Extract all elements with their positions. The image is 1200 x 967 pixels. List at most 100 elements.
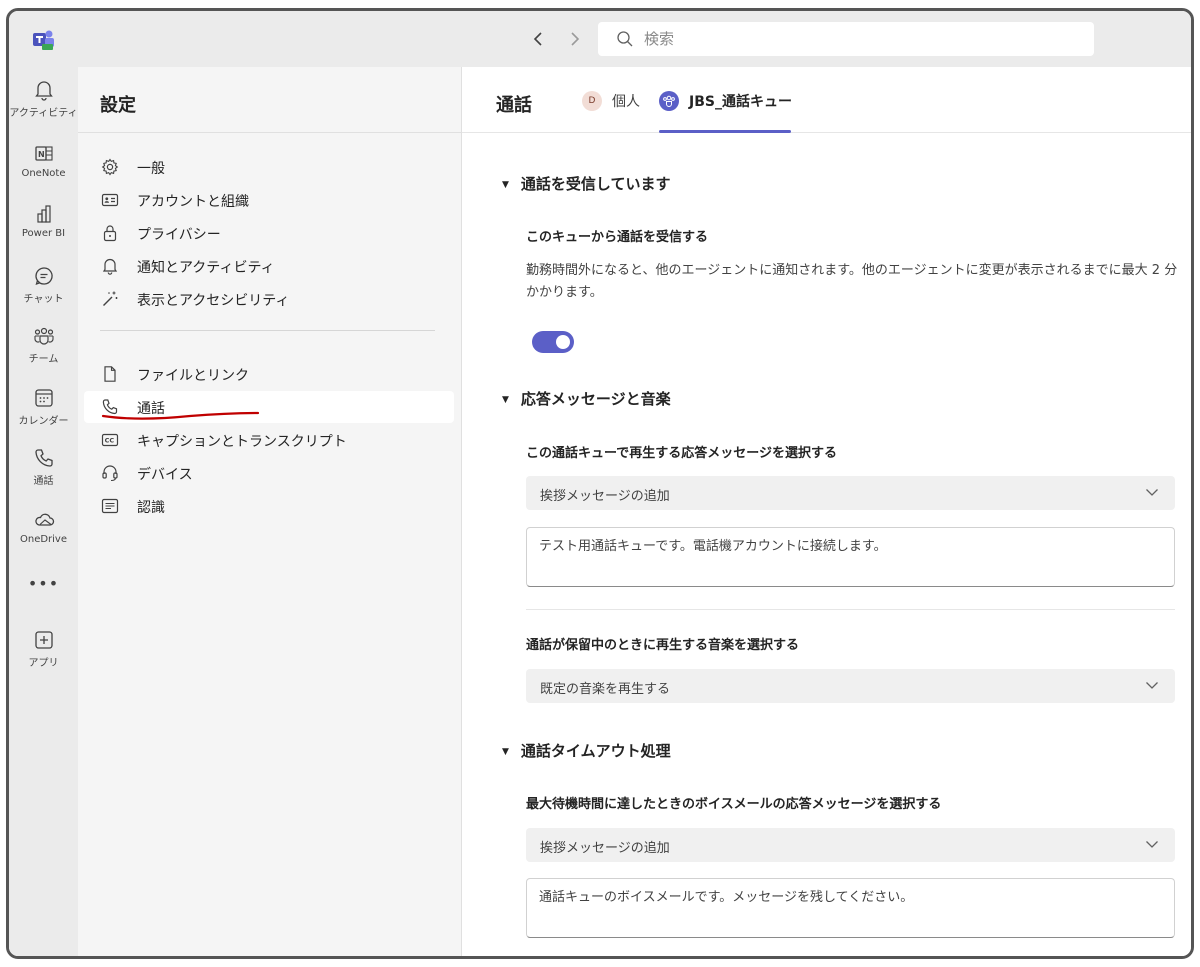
- hold-music-label: 通話が保留中のときに再生する音楽を選択する: [526, 638, 800, 653]
- voicemail-greeting-dropdown[interactable]: 挨拶メッセージの追加: [526, 828, 1175, 862]
- back-button[interactable]: [526, 25, 550, 53]
- gear-icon: [101, 158, 119, 176]
- menu-label: 一般: [137, 161, 165, 177]
- queue-people-icon: [659, 91, 679, 111]
- greeting-label: この通話キューで再生する応答メッセージを選択する: [526, 446, 837, 461]
- dropdown-value: 挨拶メッセージの追加: [540, 841, 670, 856]
- lock-icon: [103, 225, 117, 242]
- settings-menu-notifications[interactable]: 通知とアクティビティ: [84, 250, 454, 282]
- menu-label: デバイス: [137, 467, 193, 483]
- id-card-icon: [101, 193, 119, 207]
- settings-menu-files[interactable]: ファイルとリンク: [84, 358, 454, 390]
- rail-label: カレンダー: [18, 416, 69, 427]
- search-input[interactable]: [644, 22, 1074, 56]
- teams-logo-icon: [33, 30, 54, 50]
- menu-label: アカウントと組織: [137, 194, 249, 210]
- title-bar: [9, 11, 1191, 67]
- chevron-down-icon: [1146, 489, 1158, 496]
- rail-item-apps[interactable]: アプリ: [9, 629, 78, 669]
- section-receiving-header[interactable]: ▼ 通話を受信しています: [502, 173, 670, 194]
- call-settings-main: 通話 D 個人 JBS_通話キュー ▼ 通話を受信しています このキューから通話を…: [462, 67, 1191, 956]
- search-box[interactable]: [598, 22, 1094, 56]
- tab-call-queue[interactable]: JBS_通話キュー: [659, 87, 792, 133]
- avatar: D: [582, 91, 602, 111]
- menu-label: プライバシー: [137, 227, 221, 243]
- settings-menu-appearance[interactable]: 表示とアクセシビリティ: [84, 283, 454, 315]
- document-icon: [104, 366, 116, 382]
- rail-item-onedrive[interactable]: OneDrive: [9, 509, 78, 545]
- settings-title: 設定: [100, 95, 136, 116]
- dropdown-value: 既定の音楽を再生する: [540, 682, 671, 697]
- caret-down-icon: ▼: [502, 747, 509, 757]
- rail-label: 通話: [33, 476, 54, 487]
- app-window: アクティビティ N OneNote Power BI チャット チーム カレンダ…: [6, 8, 1194, 959]
- voicemail-text-input[interactable]: 通話キューのボイスメールです。メッセージを残してください。: [526, 878, 1175, 938]
- settings-menu-captions[interactable]: CC キャプションとトランスクリプト: [84, 424, 454, 456]
- section-timeout-header[interactable]: ▼ 通話タイムアウト処理: [502, 740, 671, 761]
- rail-label: OneNote: [21, 168, 66, 179]
- svg-text:CC: CC: [105, 437, 115, 445]
- closed-caption-icon: CC: [101, 433, 119, 447]
- more-icon: •••: [27, 574, 60, 593]
- cloud-icon: [34, 513, 54, 526]
- chat-icon: [34, 267, 53, 286]
- receive-calls-toggle[interactable]: [532, 331, 574, 353]
- receive-from-queue-label: このキューから通話を受信する: [526, 230, 709, 245]
- rail-item-calendar[interactable]: カレンダー: [9, 387, 78, 427]
- page-title: 通話: [496, 95, 532, 116]
- chevron-left-icon: [533, 32, 542, 46]
- rail-item-teams[interactable]: チーム: [9, 325, 78, 365]
- search-icon: [617, 31, 633, 47]
- settings-menu-account[interactable]: アカウントと組織: [84, 184, 454, 216]
- bell-icon: [34, 81, 53, 101]
- rail-item-onenote[interactable]: N OneNote: [9, 143, 78, 179]
- tab-label: 個人: [612, 94, 640, 110]
- menu-label: 認識: [137, 500, 165, 516]
- toggle-knob: [556, 335, 570, 349]
- headset-icon: [102, 465, 118, 482]
- menu-label: ファイルとリンク: [137, 368, 249, 384]
- chevron-down-icon: [1146, 841, 1158, 848]
- settings-menu-privacy[interactable]: プライバシー: [84, 217, 454, 249]
- settings-menu-devices[interactable]: デバイス: [84, 457, 454, 489]
- hold-music-dropdown[interactable]: 既定の音楽を再生する: [526, 669, 1175, 703]
- forward-button[interactable]: [563, 25, 587, 53]
- bell-icon: [102, 258, 118, 275]
- voicemail-greeting-label: 最大待機時間に達したときのボイスメールの応答メッセージを選択する: [526, 797, 942, 812]
- hand-drawn-underline: [101, 411, 260, 420]
- rail-item-chat[interactable]: チャット: [9, 265, 78, 305]
- caret-down-icon: ▼: [502, 395, 509, 405]
- rail-item-power-bi[interactable]: Power BI: [9, 203, 78, 239]
- settings-menu-general[interactable]: 一般: [84, 151, 454, 183]
- greeting-dropdown[interactable]: 挨拶メッセージの追加: [526, 476, 1175, 510]
- text-box-icon: [101, 498, 119, 514]
- calendar-icon: [34, 389, 53, 407]
- section-title: 通話タイムアウト処理: [520, 742, 671, 760]
- onenote-icon: N: [34, 146, 53, 161]
- svg-text:N: N: [38, 150, 45, 159]
- receive-description: 勤務時間外になると、他のエージェントに通知されます。他のエージェントに変更が表示…: [526, 263, 1178, 300]
- rail-item-activity[interactable]: アクティビティ: [9, 79, 78, 119]
- menu-label: 表示とアクセシビリティ: [137, 293, 290, 309]
- greeting-text-input[interactable]: テスト用通話キューです。電話機アカウントに接続します。: [526, 527, 1175, 587]
- divider: [100, 330, 435, 331]
- section-greeting-header[interactable]: ▼ 応答メッセージと音楽: [502, 388, 671, 409]
- rail-label: アクティビティ: [9, 108, 78, 119]
- caret-down-icon: ▼: [502, 180, 509, 190]
- more-apps-button[interactable]: •••: [9, 574, 78, 594]
- rail-label: アプリ: [28, 658, 59, 669]
- section-title: 通話を受信しています: [520, 175, 671, 193]
- add-apps-icon: [34, 631, 53, 649]
- rail-label: Power BI: [21, 228, 66, 239]
- rail-label: チャット: [23, 294, 64, 305]
- phone-icon: [34, 449, 53, 467]
- settings-menu-recognition[interactable]: 認識: [84, 490, 454, 522]
- powerbi-icon: [36, 205, 51, 223]
- menu-label: 通知とアクティビティ: [137, 260, 275, 276]
- app-rail: アクティビティ N OneNote Power BI チャット チーム カレンダ…: [9, 67, 78, 956]
- teams-icon: [33, 327, 54, 345]
- chevron-right-icon: [571, 32, 580, 46]
- settings-panel: 設定 一般 アカウントと組織 プライバシー 通知とアクティビティ 表示とアクセシ…: [78, 67, 462, 956]
- tab-label: JBS_通話キュー: [689, 94, 792, 110]
- rail-item-calls[interactable]: 通話: [9, 447, 78, 487]
